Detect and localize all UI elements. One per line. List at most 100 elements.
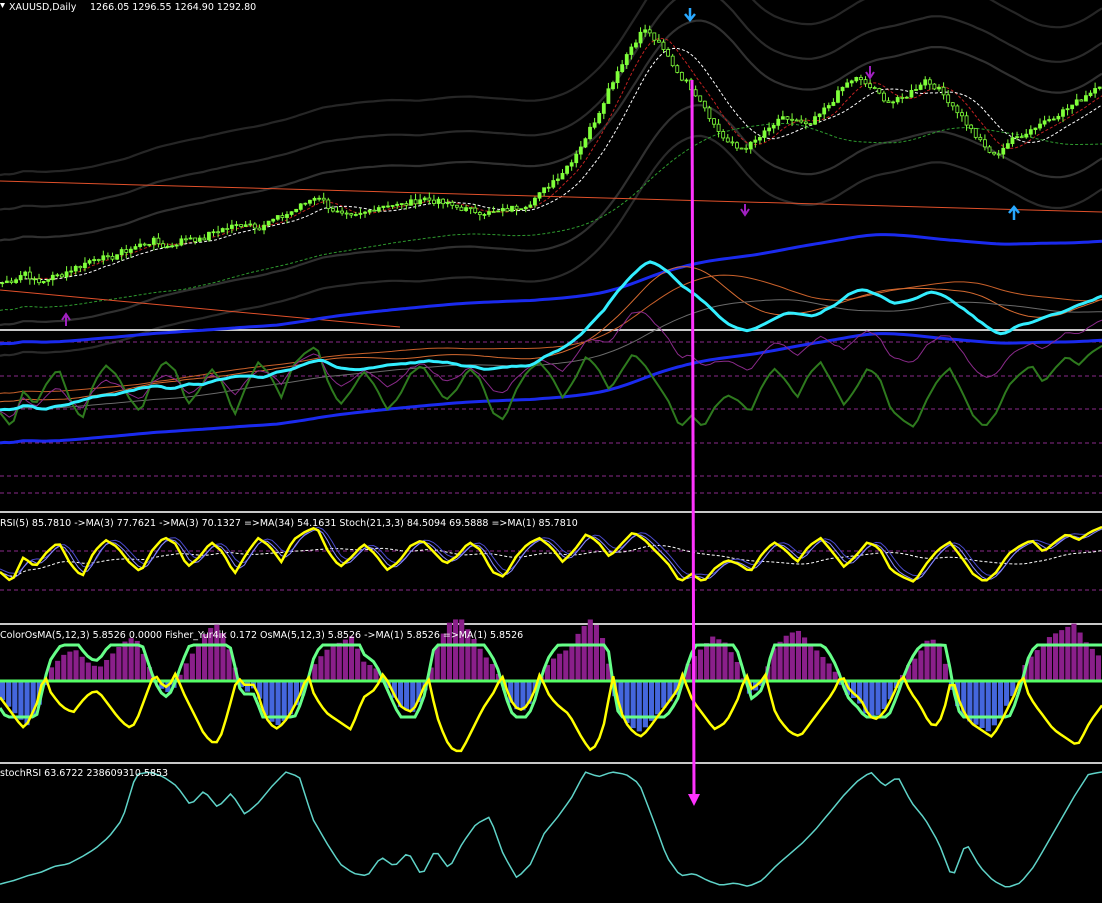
osma-panel[interactable]: ColorOsMA(5,12,3) 5.8526 0.0000 Fisher_Y… [0,619,1102,753]
candle-body [27,271,32,280]
candle-body [611,82,615,90]
candle-body [468,207,473,210]
candle-body [87,260,92,264]
candle-body [1028,129,1033,135]
candle-body [390,205,395,207]
envelope-band [0,134,1102,357]
candle-body [950,102,955,107]
candle-body [771,124,776,129]
candle-body [565,165,569,174]
candle-body [202,237,207,241]
candle-body [964,115,969,126]
trading-chart[interactable]: XAUUSD,Daily 1266.05 1296.55 1264.90 129… [0,0,1102,903]
osma-bar [318,656,324,681]
candle-body [923,79,928,86]
candle-body [229,224,234,229]
collapse-triangle-icon[interactable] [0,3,5,8]
stochrsi-panel[interactable]: stochRSI 63.6722 238609310.5853 [0,768,1102,888]
candle-body [909,89,914,98]
candle-body [372,209,377,212]
candle-body [937,86,941,90]
rsi-panel[interactable]: RSI(5) 85.7810 ->MA(3) 77.7621 ->MA(3) 7… [0,518,1102,591]
candle-body [932,83,937,90]
candle-body [983,139,987,148]
candle-body [854,77,859,82]
candle-body [211,231,216,234]
price-panel[interactable]: XAUUSD,Daily 1266.05 1296.55 1264.90 129… [0,0,1102,357]
candle-body [693,89,698,97]
candle-body [776,118,781,126]
candle-body [583,138,588,148]
candle-body [1051,118,1056,121]
candle-body [1024,133,1029,138]
osma-bar [122,641,128,681]
arrowhead-down-icon [688,794,700,806]
candle-body [707,107,712,120]
osma-bar [1053,633,1059,681]
candle-body [1093,88,1098,94]
ma-red-dashed [0,37,1102,284]
candle-body [872,87,877,89]
osma-bar [795,630,802,681]
candle-body [344,212,349,215]
osma-bar [434,646,440,681]
osma-bar [1089,648,1095,681]
candle-body [1088,92,1093,97]
candle-body [767,127,772,132]
trendline-upper[interactable] [0,180,1102,213]
candle-body [14,279,18,283]
candle-body [794,119,799,122]
candle-body [946,94,951,104]
candle-body [23,271,28,276]
candle-body [560,172,565,180]
candle-body [4,280,9,284]
candle-body [505,208,510,212]
candle-body [546,186,551,189]
rsi-bands-panel[interactable] [0,233,1102,494]
candle-body [156,237,161,245]
candle-body [73,265,78,272]
candle-body [597,112,602,124]
osma-bar [1004,681,1010,706]
candle-body [432,199,436,204]
candle-body [813,116,817,125]
candle-body [363,211,367,214]
candle-body [904,96,909,99]
candle-body [78,265,83,269]
candle-body [37,278,41,284]
osma-bar [91,665,97,681]
candle-body [96,259,101,261]
rsi-ma3-line [0,528,1102,580]
candle-body [317,197,322,200]
candle-body [477,212,482,216]
candle-body [817,113,822,118]
candle-body [133,246,138,250]
osma-bar [551,658,557,681]
candle-body [436,198,441,204]
candle-body [124,249,129,253]
candle-body [473,207,478,213]
candle-body [174,244,179,247]
candle-body [840,86,845,92]
osma-bar [697,649,704,681]
candle-body [542,187,547,194]
candle-body [161,243,165,248]
fisher-lower-line [0,671,1102,753]
candle-body [188,237,193,240]
osma-bar [630,681,636,729]
candle-body [620,64,625,73]
candle-body [955,105,960,114]
candle-body [358,212,363,215]
candle-body [252,223,257,229]
osma-bar [477,648,483,681]
candle-body [1084,95,1088,102]
osma-bar [734,661,740,681]
candle-body [225,228,230,230]
candle-body [744,147,749,150]
arrow-up-purple-icon [61,312,71,326]
candle-body [679,71,684,81]
candle-body [32,278,37,281]
candle-body [128,248,133,253]
candle-body [790,118,794,121]
candle-body [868,83,873,88]
